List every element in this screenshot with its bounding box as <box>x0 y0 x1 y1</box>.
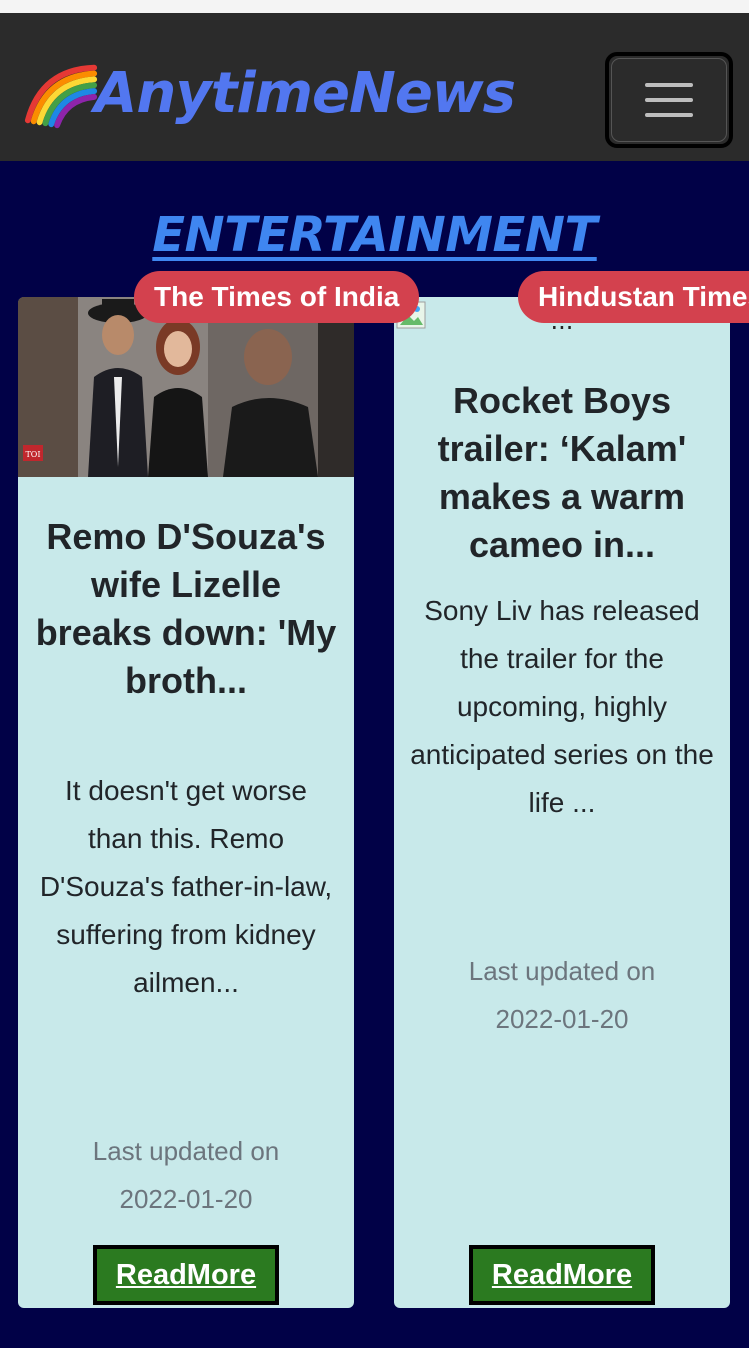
read-more-button[interactable]: ReadMore <box>469 1245 655 1305</box>
updated-label: Last updated on <box>468 956 656 986</box>
hamburger-menu-icon <box>611 58 727 142</box>
rainbow-icon <box>24 64 98 129</box>
article-image: TOI <box>18 297 354 477</box>
news-card: ... Rocket Boys trailer: ‘Kalam' makes a… <box>394 297 730 1308</box>
menu-toggle-button[interactable] <box>605 52 733 148</box>
toi-badge: TOI <box>25 450 40 459</box>
read-more-button[interactable]: ReadMore <box>93 1245 279 1305</box>
navbar: AnytimeNews <box>0 13 749 161</box>
source-badge: The Times of India <box>134 271 420 323</box>
article-summary: It doesn't get worse than this. Remo D'S… <box>39 775 333 998</box>
brand-link[interactable]: AnytimeNews <box>22 53 516 133</box>
browser-top-strip <box>0 0 749 13</box>
article-headline: Remo D'Souza's wife Lizelle breaks down:… <box>35 516 337 701</box>
article-headline: Rocket Boys trailer: ‘Kalam' makes a war… <box>437 380 687 565</box>
updated-date: 2022-01-20 <box>495 1004 629 1034</box>
news-card: TOI Remo D'Souza's wife Lizelle breaks d… <box>18 297 354 1308</box>
article-summary: Sony Liv has released the trailer for th… <box>410 595 714 818</box>
updated-label: Last updated on <box>92 1136 280 1166</box>
main-content: ENTERTAINMENT TOI Remo D'Souza's wife Li… <box>0 161 749 1348</box>
section-title-link[interactable]: ENTERTAINMENT <box>0 207 749 263</box>
photo-illustration: TOI <box>18 297 354 477</box>
source-badge: Hindustan Times <box>518 271 749 323</box>
brand-name: AnytimeNews <box>94 60 516 126</box>
updated-date: 2022-01-20 <box>119 1184 253 1214</box>
